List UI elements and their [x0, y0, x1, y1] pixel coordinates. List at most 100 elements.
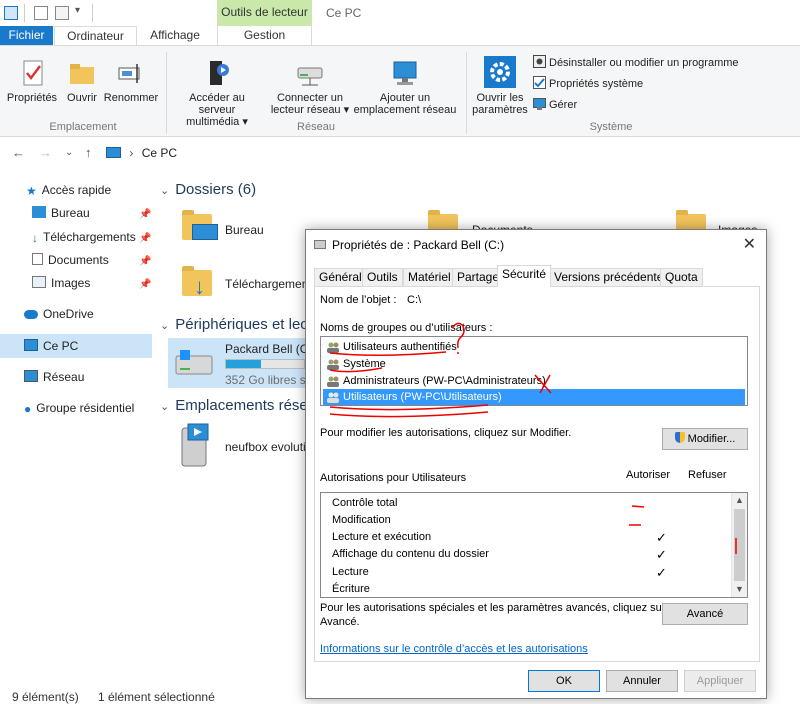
rename-button[interactable]: Renommer: [103, 58, 159, 104]
back-arrow-icon[interactable]: ←: [12, 145, 25, 160]
users-icon: [326, 375, 340, 387]
computer-icon[interactable]: [4, 6, 18, 20]
list-item[interactable]: Administrateurs (PW-PC\Administrateurs): [323, 373, 745, 389]
advanced-button[interactable]: Avancé: [662, 603, 748, 625]
media-server-label-1: Accéder au serveur: [189, 92, 245, 116]
allow-column-header: Autoriser: [626, 469, 671, 481]
dialog-title: Propriétés de : Packard Bell (C:): [332, 238, 505, 252]
properties-button[interactable]: Propriétés: [6, 58, 58, 104]
nav-label: Accès rapide: [41, 183, 112, 197]
breadcrumb[interactable]: › Ce PC: [106, 144, 177, 162]
group-label-systeme: Système: [589, 121, 633, 133]
tab-ordinateur[interactable]: Ordinateur: [54, 26, 137, 46]
nav-label: Bureau: [51, 206, 90, 220]
recent-chevron-icon[interactable]: ⌄: [65, 147, 73, 158]
nav-onedrive[interactable]: OneDrive: [24, 304, 94, 324]
folder-telechargements-label[interactable]: Téléchargement: [225, 277, 312, 291]
tab-outils[interactable]: Outils: [362, 268, 403, 286]
list-item[interactable]: Système: [323, 356, 745, 372]
system-properties-label: Propriétés système: [549, 78, 644, 90]
cancel-button[interactable]: Annuler: [606, 670, 678, 692]
users-icon: [326, 358, 340, 370]
properties-icon: [17, 58, 47, 88]
tab-versions-precedentes[interactable]: Versions précédentes: [549, 268, 675, 286]
uninstall-program-button[interactable]: Désinstaller ou modifier un programme: [533, 55, 739, 71]
system-properties-button[interactable]: Propriétés système: [533, 76, 643, 92]
ok-button[interactable]: OK: [528, 670, 600, 692]
nav-reseau[interactable]: Réseau: [24, 367, 84, 387]
open-button[interactable]: Ouvrir: [63, 58, 101, 104]
modify-button[interactable]: Modifier...: [662, 428, 748, 450]
download-arrow-icon: ↓: [194, 274, 205, 299]
pin-icon[interactable]: 📌: [139, 209, 151, 220]
network-drive-icon: [295, 58, 325, 88]
group-label-reseau: Réseau: [297, 121, 335, 133]
modify-button-label: Modifier...: [687, 433, 736, 445]
scrollbar-thumb[interactable]: [734, 509, 745, 581]
up-arrow-icon[interactable]: ↑: [85, 145, 92, 160]
user-label: Système: [343, 358, 386, 370]
media-server-button[interactable]: Accéder au serveur multimédia ▾: [170, 58, 264, 128]
nav-documents[interactable]: Documents: [32, 250, 109, 270]
media-server-icon: [202, 58, 232, 88]
network-device-icon[interactable]: [178, 422, 214, 468]
pin-icon[interactable]: 📌: [139, 279, 151, 290]
allow-check-icon: ✓: [656, 547, 667, 562]
forward-arrow-icon[interactable]: →: [39, 145, 52, 160]
tab-securite[interactable]: Sécurité: [497, 265, 552, 287]
section-emplacements-reseau[interactable]: ⌄ Emplacements résea: [160, 397, 316, 414]
nav-quick-access[interactable]: ★ Accès rapide: [26, 180, 111, 200]
scroll-down-icon[interactable]: ▼: [735, 584, 744, 594]
scroll-up-icon[interactable]: ▲: [735, 495, 744, 505]
pin-icon[interactable]: 📌: [139, 233, 151, 244]
pin-icon[interactable]: 📌: [139, 256, 151, 267]
permission-row: Affichage du contenu du dossier ✓: [332, 546, 732, 563]
nav-groupe-residentiel[interactable]: ● Groupe résidentiel: [24, 398, 134, 418]
hard-drive-icon: [174, 346, 214, 380]
add-location-label-1: Ajouter un: [379, 92, 431, 104]
add-network-location-button[interactable]: Ajouter un emplacement réseau: [352, 58, 458, 116]
image-icon: [32, 276, 46, 288]
folder-icon[interactable]: [182, 210, 218, 240]
permissions-list[interactable]: Contrôle total Modification Lecture et e…: [320, 492, 748, 598]
nav-label: Réseau: [43, 370, 85, 384]
properties-qat-icon[interactable]: [34, 6, 48, 20]
permissions-label: Autorisations pour Utilisateurs: [320, 472, 467, 484]
manage-button[interactable]: Gérer: [533, 97, 577, 113]
apply-button[interactable]: Appliquer: [684, 670, 756, 692]
folder-bureau-label[interactable]: Bureau: [225, 223, 264, 237]
tab-affichage[interactable]: Affichage: [140, 26, 210, 46]
tab-general[interactable]: Général: [314, 268, 367, 286]
info-link[interactable]: Informations sur le contrôle d’accès et …: [320, 643, 588, 655]
users-list[interactable]: Utilisateurs authentifiés Système Admini…: [320, 336, 748, 406]
qat-dropdown-icon[interactable]: ▾: [75, 5, 80, 16]
new-folder-qat-icon[interactable]: [55, 6, 69, 20]
nav-bureau[interactable]: Bureau: [32, 203, 90, 223]
network-device-label[interactable]: neufbox evoluti: [225, 440, 306, 454]
address-bar-row: ← → ⌄ ↑ › Ce PC: [0, 141, 800, 165]
nav-telechargements[interactable]: ↓ Téléchargements: [32, 227, 136, 247]
map-network-drive-button[interactable]: Connecter un lecteur réseau ▾: [268, 58, 352, 116]
manage-icon: [533, 97, 546, 110]
desktop-overlay-icon: [192, 224, 218, 240]
tab-gestion[interactable]: Gestion: [217, 26, 312, 46]
group-label-emplacement: Emplacement: [49, 121, 117, 133]
folder-icon[interactable]: ↓: [182, 266, 212, 299]
section-peripheriques[interactable]: ⌄ Périphériques et lect: [160, 316, 312, 333]
breadcrumb-item: Ce PC: [141, 146, 178, 160]
homegroup-icon: ●: [24, 402, 32, 416]
address-field[interactable]: [104, 143, 800, 163]
tab-materiel[interactable]: Matériel: [403, 268, 456, 286]
list-item-selected[interactable]: Utilisateurs (PW-PC\Utilisateurs): [323, 389, 745, 405]
deny-column-header: Refuser: [688, 469, 727, 481]
section-dossiers[interactable]: ⌄ Dossiers (6): [160, 181, 256, 198]
nav-images[interactable]: Images: [32, 273, 90, 293]
tab-quota[interactable]: Quota: [660, 268, 703, 286]
tab-fichier[interactable]: Fichier: [0, 26, 53, 46]
nav-ce-pc[interactable]: Ce PC: [24, 336, 78, 356]
close-icon[interactable]: ✕: [743, 234, 756, 254]
open-settings-button[interactable]: Ouvrir les paramètres: [470, 56, 530, 116]
scrollbar[interactable]: ▲ ▼: [731, 493, 747, 597]
section-title: Dossiers (6): [175, 181, 257, 198]
list-item[interactable]: Utilisateurs authentifiés: [323, 339, 745, 355]
